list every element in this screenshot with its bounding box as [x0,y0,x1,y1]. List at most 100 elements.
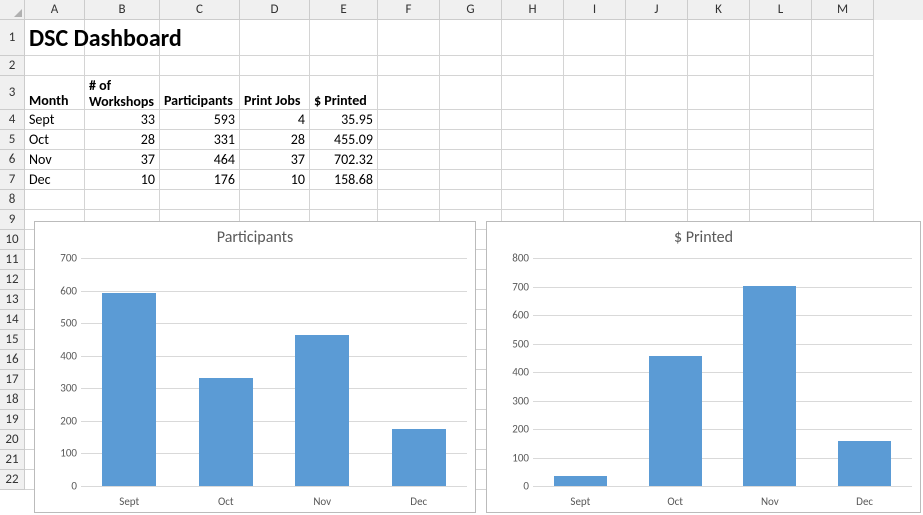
row-header-9[interactable]: 9 [0,210,25,230]
cell-G4[interactable] [440,110,502,130]
cell-K4[interactable] [688,110,750,130]
cell-F1[interactable] [378,20,440,56]
cell-I1[interactable] [564,20,626,56]
col-header-H[interactable]: H [502,0,564,20]
row-header-1[interactable]: 1 [0,20,25,56]
cell-A1[interactable]: DSC Dashboard [25,20,85,56]
cell-M2[interactable] [812,56,874,76]
cell-I8[interactable] [564,190,626,210]
cell-B5[interactable]: 28 [85,130,160,150]
cell-I2[interactable] [564,56,626,76]
cell-L2[interactable] [750,56,812,76]
col-header-A[interactable]: A [25,0,85,20]
col-header-M[interactable]: M [812,0,874,20]
cell-E7[interactable]: 158.68 [310,170,378,190]
cell-G2[interactable] [440,56,502,76]
cell-E2[interactable] [310,56,378,76]
chart-participants[interactable]: Participants 0100200300400500600700 Sept… [34,221,476,513]
row-header-14[interactable]: 14 [0,310,25,330]
cell-J4[interactable] [626,110,688,130]
cell-A5[interactable]: Oct [25,130,85,150]
row-header-13[interactable]: 13 [0,290,25,310]
cell-E3[interactable]: $ Printed [310,76,378,110]
cell-F7[interactable] [378,170,440,190]
cell-M7[interactable] [812,170,874,190]
cell-A8[interactable] [25,190,85,210]
cell-F8[interactable] [378,190,440,210]
cell-J2[interactable] [626,56,688,76]
cell-L6[interactable] [750,150,812,170]
cell-F4[interactable] [378,110,440,130]
row-header-15[interactable]: 15 [0,330,25,350]
cell-K6[interactable] [688,150,750,170]
cell-G5[interactable] [440,130,502,150]
row-header-16[interactable]: 16 [0,350,25,370]
cell-H3[interactable] [502,76,564,110]
cell-K2[interactable] [688,56,750,76]
row-header-3[interactable]: 3 [0,76,25,110]
cell-D5[interactable]: 28 [240,130,310,150]
col-header-K[interactable]: K [688,0,750,20]
col-header-I[interactable]: I [564,0,626,20]
cell-J5[interactable] [626,130,688,150]
row-header-21[interactable]: 21 [0,450,25,470]
row-header-12[interactable]: 12 [0,270,25,290]
cell-D6[interactable]: 37 [240,150,310,170]
cell-H4[interactable] [502,110,564,130]
cell-A2[interactable] [25,56,85,76]
cell-D1[interactable] [240,20,310,56]
cell-J8[interactable] [626,190,688,210]
cell-C8[interactable] [160,190,240,210]
cell-H8[interactable] [502,190,564,210]
cell-C3[interactable]: Participants [160,76,240,110]
cell-B2[interactable] [85,56,160,76]
cell-E4[interactable]: 35.95 [310,110,378,130]
cell-G8[interactable] [440,190,502,210]
col-header-D[interactable]: D [240,0,310,20]
cell-A6[interactable]: Nov [25,150,85,170]
cell-A3[interactable]: Month [25,76,85,110]
row-header-19[interactable]: 19 [0,410,25,430]
cell-B4[interactable]: 33 [85,110,160,130]
cell-H5[interactable] [502,130,564,150]
col-header-F[interactable]: F [378,0,440,20]
cell-I4[interactable] [564,110,626,130]
cell-J6[interactable] [626,150,688,170]
cell-F3[interactable] [378,76,440,110]
cell-J7[interactable] [626,170,688,190]
row-header-6[interactable]: 6 [0,150,25,170]
col-header-L[interactable]: L [750,0,812,20]
cell-K7[interactable] [688,170,750,190]
cell-K5[interactable] [688,130,750,150]
col-header-J[interactable]: J [626,0,688,20]
cell-I6[interactable] [564,150,626,170]
col-header-E[interactable]: E [310,0,378,20]
cell-G6[interactable] [440,150,502,170]
row-header-7[interactable]: 7 [0,170,25,190]
cell-D2[interactable] [240,56,310,76]
cell-I5[interactable] [564,130,626,150]
cell-H7[interactable] [502,170,564,190]
chart-printed[interactable]: $ Printed 0100200300400500600700800 Sept… [486,221,921,513]
cell-M8[interactable] [812,190,874,210]
cell-H1[interactable] [502,20,564,56]
cell-K8[interactable] [688,190,750,210]
cell-L3[interactable] [750,76,812,110]
cell-B7[interactable]: 10 [85,170,160,190]
cell-A7[interactable]: Dec [25,170,85,190]
cell-L7[interactable] [750,170,812,190]
row-header-2[interactable]: 2 [0,56,25,76]
cell-B6[interactable]: 37 [85,150,160,170]
row-header-17[interactable]: 17 [0,370,25,390]
cell-K1[interactable] [688,20,750,56]
cell-M4[interactable] [812,110,874,130]
cell-D3[interactable]: Print Jobs [240,76,310,110]
cell-I7[interactable] [564,170,626,190]
cell-D7[interactable]: 10 [240,170,310,190]
row-header-5[interactable]: 5 [0,130,25,150]
cell-K3[interactable] [688,76,750,110]
row-header-8[interactable]: 8 [0,190,25,210]
row-header-22[interactable]: 22 [0,470,25,490]
cell-M5[interactable] [812,130,874,150]
cell-H6[interactable] [502,150,564,170]
